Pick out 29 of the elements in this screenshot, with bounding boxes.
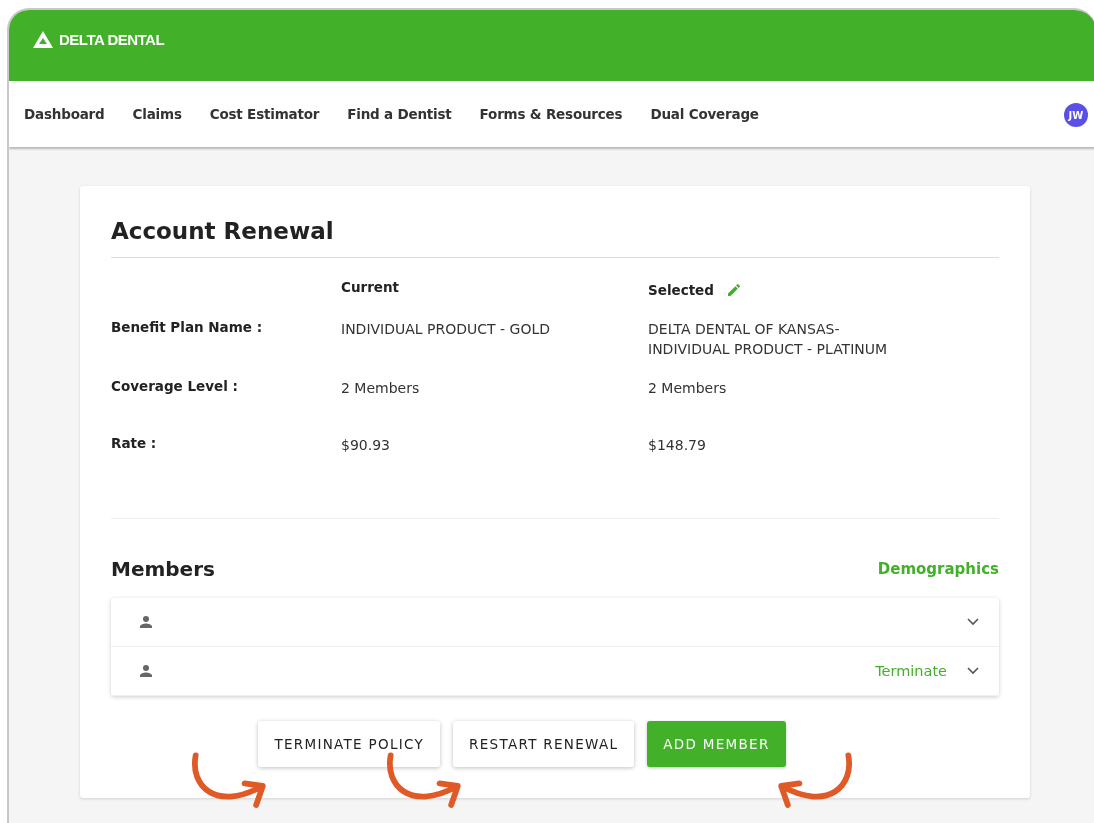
nav-link[interactable]: Cost Estimator <box>209 106 320 122</box>
column-header: Selected <box>648 282 714 298</box>
chevron-down-icon[interactable] <box>967 618 979 626</box>
nav-link[interactable]: Dashboard <box>24 106 105 122</box>
nav-link[interactable]: Dual Coverage <box>650 106 759 122</box>
row-label: Rate : <box>111 435 157 451</box>
person-icon <box>137 613 155 631</box>
action-button[interactable]: RESTART RENEWAL <box>453 721 635 767</box>
chevron-down-icon[interactable] <box>967 667 979 675</box>
triangle-logo-icon <box>33 31 53 48</box>
section-title: Account Renewal <box>111 186 999 258</box>
selected-value: $148.79 <box>648 437 706 453</box>
current-value: 2 Members <box>341 380 420 396</box>
action-button[interactable]: TERMINATE POLICY <box>258 721 441 767</box>
logo-text: DELTA DENTAL <box>59 31 165 48</box>
selected-value: 2 Members <box>648 380 727 396</box>
current-value: $90.93 <box>341 437 390 453</box>
nav-link[interactable]: Find a Dentist <box>347 106 452 122</box>
avatar[interactable]: JW <box>1064 103 1088 127</box>
row-label: Benefit Plan Name : <box>111 319 263 335</box>
current-value: INDIVIDUAL PRODUCT - GOLD <box>341 321 550 337</box>
row-label: Coverage Level : <box>111 378 238 394</box>
nav-link[interactable]: Claims <box>132 106 182 122</box>
members-title: Members <box>111 557 215 581</box>
selected-value: DELTA DENTAL OF KANSAS- INDIVIDUAL PRODUCT - PLATINUM <box>648 321 888 357</box>
person-icon <box>137 662 155 680</box>
column-header: Current <box>341 279 400 295</box>
nav-link[interactable]: Forms & Resources <box>479 106 623 122</box>
edit-pencil-icon[interactable] <box>725 282 742 298</box>
